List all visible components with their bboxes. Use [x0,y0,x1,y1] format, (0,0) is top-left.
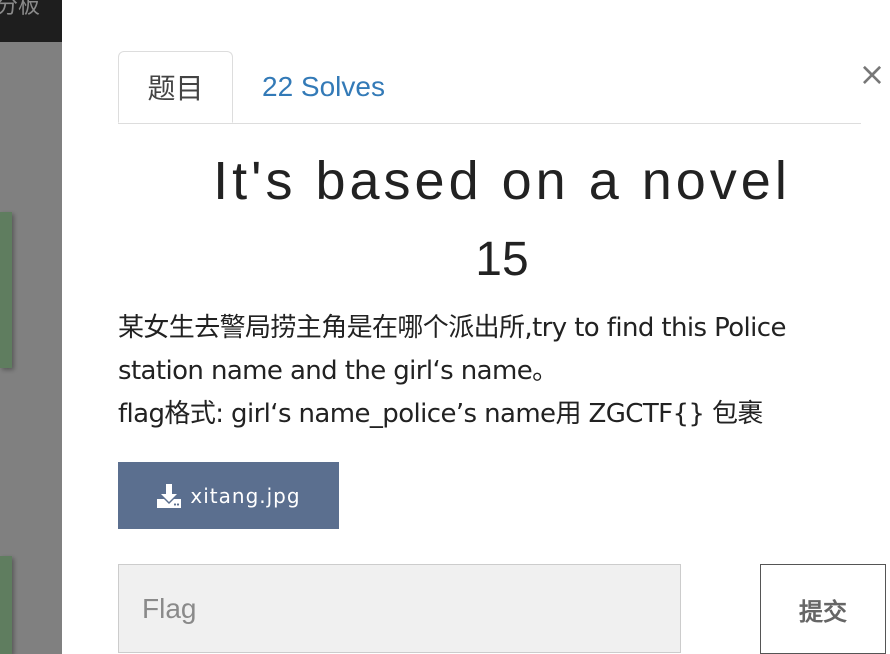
backdrop-challenge-card [0,556,12,654]
description-line: flag格式: girl‘s name_police’s name用 ZGCTF… [118,399,763,429]
challenge-description: 某女生去警局捞主角是在哪个派出所,try to find this Police… [118,307,858,436]
backdrop-navbar-text: 分板 [0,0,41,18]
file-name: xitang.jpg [190,483,301,508]
flag-input[interactable] [118,564,681,653]
download-icon [156,483,182,509]
modal-tabs: 题目 22 Solves [118,51,861,124]
page-backdrop: 分板 [0,0,62,654]
challenge-points: 15 [475,233,529,286]
submit-button[interactable]: 提交 [760,564,886,654]
tab-solves[interactable]: 22 Solves [248,51,408,122]
backdrop-navbar: 分板 [0,0,62,42]
challenge-title: It's based on a novel [213,151,791,211]
tab-challenge[interactable]: 题目 [118,51,233,123]
backdrop-challenge-card [0,212,12,368]
close-button[interactable]: × [858,56,886,92]
description-line: 某女生去警局捞主角是在哪个派出所,try to find this Police… [118,313,787,386]
file-download-button[interactable]: xitang.jpg [118,462,339,529]
challenge-modal: × 题目 22 Solves It's based on a novel 15 … [62,0,890,654]
